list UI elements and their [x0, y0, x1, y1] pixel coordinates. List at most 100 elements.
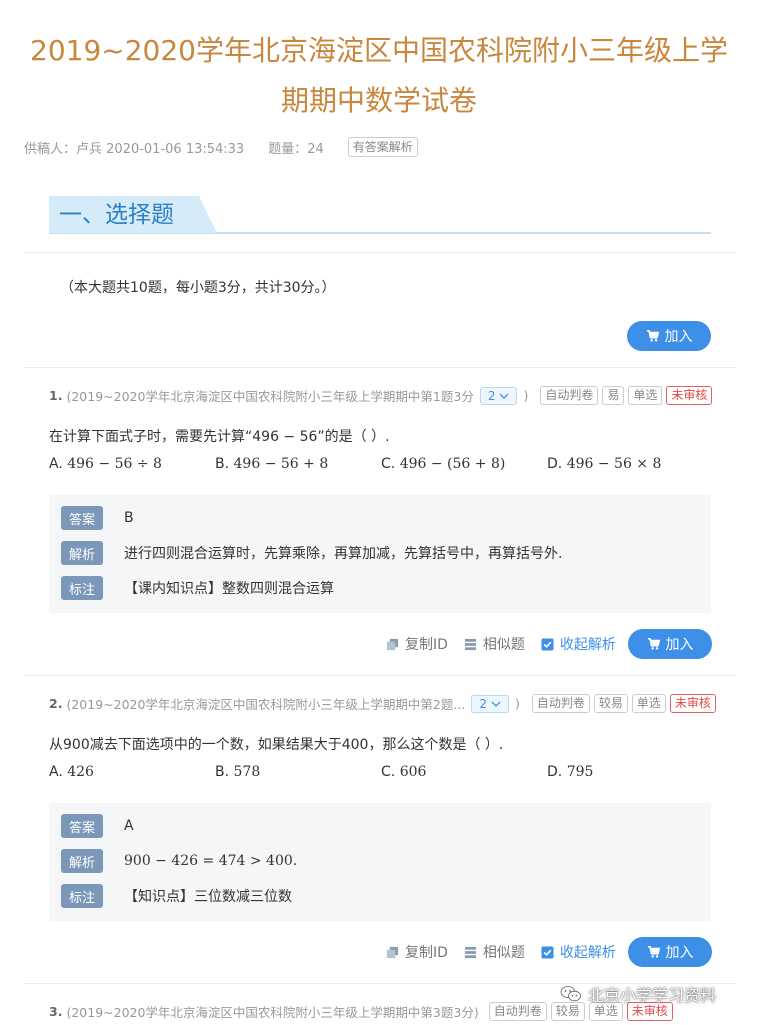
option-a[interactable]: A. 496 − 56 ÷ 8 [49, 456, 162, 472]
section-title: 一、选择题 [59, 202, 174, 228]
question-1-stem: 在计算下面式子时，需要先计算“496 − 56”的是（ ）. [49, 429, 390, 445]
source-close-paren: ) [514, 696, 520, 711]
option-text: 496 − 56 ÷ 8 [67, 456, 162, 472]
title-line-1: 2019~2020学年北京海淀区中国农科院附小三年级上学 [30, 34, 728, 67]
note-row: 标注 【知识点】三位数减三位数 [61, 884, 292, 908]
copy-id-label: 复制ID [405, 945, 448, 961]
watermark-text: 北京小学学习资料 [588, 986, 717, 1005]
option-letter: B. [215, 456, 230, 472]
section-add-button[interactable]: 加入 [627, 321, 711, 351]
tag-difficulty: 较易 [593, 694, 628, 713]
option-d[interactable]: D. 496 − 56 × 8 [547, 456, 661, 472]
collapse-label: 收起解析 [559, 945, 616, 961]
question-number: 2. [49, 696, 63, 711]
question-source: (2019~2020学年北京海淀区中国农科院附小三年级上学期期中第2题... [66, 697, 466, 712]
version-select[interactable]: 2 [479, 386, 518, 405]
collapse-analysis-button[interactable]: 收起解析 [541, 634, 616, 654]
watermark: 北京小学学习资料 [560, 982, 716, 1006]
cart-icon [647, 637, 660, 650]
analysis-row: 解析 900 − 426 = 474 > 400. [61, 849, 297, 873]
similar-label: 相似题 [482, 637, 525, 653]
tag-type: 单选 [631, 694, 666, 713]
similar-label: 相似题 [482, 945, 525, 961]
analysis-label: 解析 [61, 849, 103, 873]
answer-row: 答案 A [61, 814, 134, 838]
section-intro: （本大题共10题，每小题3分，共计30分。） [60, 280, 336, 296]
option-a[interactable]: A. 426 [49, 764, 94, 780]
chevron-down-icon [491, 701, 501, 707]
note-text: 【课内知识点】整数四则混合运算 [124, 581, 334, 597]
option-letter: C. [381, 456, 396, 472]
option-letter: A. [49, 764, 63, 780]
option-b[interactable]: B. 578 [215, 764, 260, 780]
option-text: 606 [399, 764, 427, 780]
title-line-2: 期期中数学试卷 [280, 84, 477, 117]
page-title: 2019~2020学年北京海淀区中国农科院附小三年级上学 期期中数学试卷 [0, 26, 758, 126]
divider [24, 675, 736, 676]
option-c[interactable]: C. 606 [381, 764, 426, 780]
source-close-paren: ) [523, 388, 529, 403]
option-text: 496 − (56 + 8) [399, 456, 506, 472]
analysis-text: 进行四则混合运算时，先算乘除，再算加减，先算括号中，再算括号外. [124, 546, 563, 562]
divider [24, 252, 736, 253]
copy-id-button[interactable]: 复制ID [386, 634, 448, 654]
copy-id-label: 复制ID [405, 637, 448, 653]
divider [24, 367, 736, 368]
collapse-analysis-button[interactable]: 收起解析 [541, 942, 616, 962]
contributor-info: 供稿人：卢兵 2020-01-06 13:54:33 [24, 141, 245, 157]
question-2-analysis-panel: 答案 A 解析 900 − 426 = 474 > 400. 标注 【知识点】三… [49, 803, 711, 921]
option-text: 795 [566, 764, 594, 780]
answer-label: 答案 [61, 814, 103, 838]
question-count: 题量：24 [268, 141, 324, 157]
question-number: 1. [49, 388, 63, 403]
note-row: 标注 【课内知识点】整数四则混合运算 [61, 576, 334, 600]
list-icon [464, 946, 476, 958]
tag-unreviewed: 未审核 [669, 694, 716, 713]
similar-button[interactable]: 相似题 [464, 634, 525, 654]
question-2-stem: 从900减去下面选项中的一个数，如果结果大于400，那么这个数是（ ）. [49, 737, 504, 753]
tag-auto-grade: 自动判卷 [540, 386, 599, 405]
option-text: 426 [67, 764, 94, 780]
question-1-header: 1. (2019~2020学年北京海淀区中国农科院附小三年级上学期期中第1题3分… [49, 386, 713, 405]
analysis-label: 解析 [61, 541, 103, 565]
section-header: 一、选择题 [49, 196, 711, 234]
option-text: 578 [233, 764, 261, 780]
tag-auto-grade: 自动判卷 [531, 694, 590, 713]
version-value: 2 [487, 388, 496, 403]
option-text: 496 − 56 × 8 [566, 456, 662, 472]
note-text: 【知识点】三位数减三位数 [124, 889, 292, 905]
question-1-add-button[interactable]: 加入 [628, 629, 712, 659]
note-label: 标注 [61, 884, 103, 908]
tag-type: 单选 [628, 386, 663, 405]
analysis-row: 解析 进行四则混合运算时，先算乘除，再算加减，先算括号中，再算括号外. [61, 541, 562, 565]
option-letter: B. [215, 764, 230, 780]
analysis-text: 900 − 426 = 474 > 400. [124, 853, 298, 869]
answer-value: B [124, 510, 134, 526]
option-letter: C. [381, 764, 396, 780]
option-text: 496 − 56 + 8 [233, 456, 329, 472]
cart-icon [647, 945, 660, 958]
checkbox-checked-icon [541, 637, 554, 651]
option-letter: A. [49, 456, 63, 472]
option-letter: D. [547, 764, 563, 780]
option-c[interactable]: C. 496 − (56 + 8) [381, 456, 505, 472]
question-2-add-button[interactable]: 加入 [628, 937, 712, 967]
question-1-actions: 复制ID 相似题 收起解析 [386, 634, 632, 654]
option-d[interactable]: D. 795 [547, 764, 593, 780]
collapse-label: 收起解析 [559, 637, 616, 653]
wechat-icon [560, 986, 581, 1002]
question-source: (2019~2020学年北京海淀区中国农科院附小三年级上学期期中第3题3分) [66, 1005, 479, 1020]
similar-button[interactable]: 相似题 [464, 942, 525, 962]
question-2-actions: 复制ID 相似题 收起解析 [386, 942, 632, 962]
copy-icon [386, 946, 399, 958]
version-value: 2 [479, 696, 487, 711]
add-label: 加入 [665, 945, 694, 961]
option-b[interactable]: B. 496 − 56 + 8 [215, 456, 328, 472]
chevron-down-icon [500, 393, 509, 399]
answer-label: 答案 [61, 506, 103, 530]
question-2-header: 2. (2019~2020学年北京海淀区中国农科院附小三年级上学期期中第2题..… [49, 694, 716, 713]
add-label: 加入 [664, 329, 693, 345]
answer-row: 答案 B [61, 506, 134, 530]
version-select[interactable]: 2 [471, 694, 509, 713]
copy-id-button[interactable]: 复制ID [386, 942, 448, 962]
